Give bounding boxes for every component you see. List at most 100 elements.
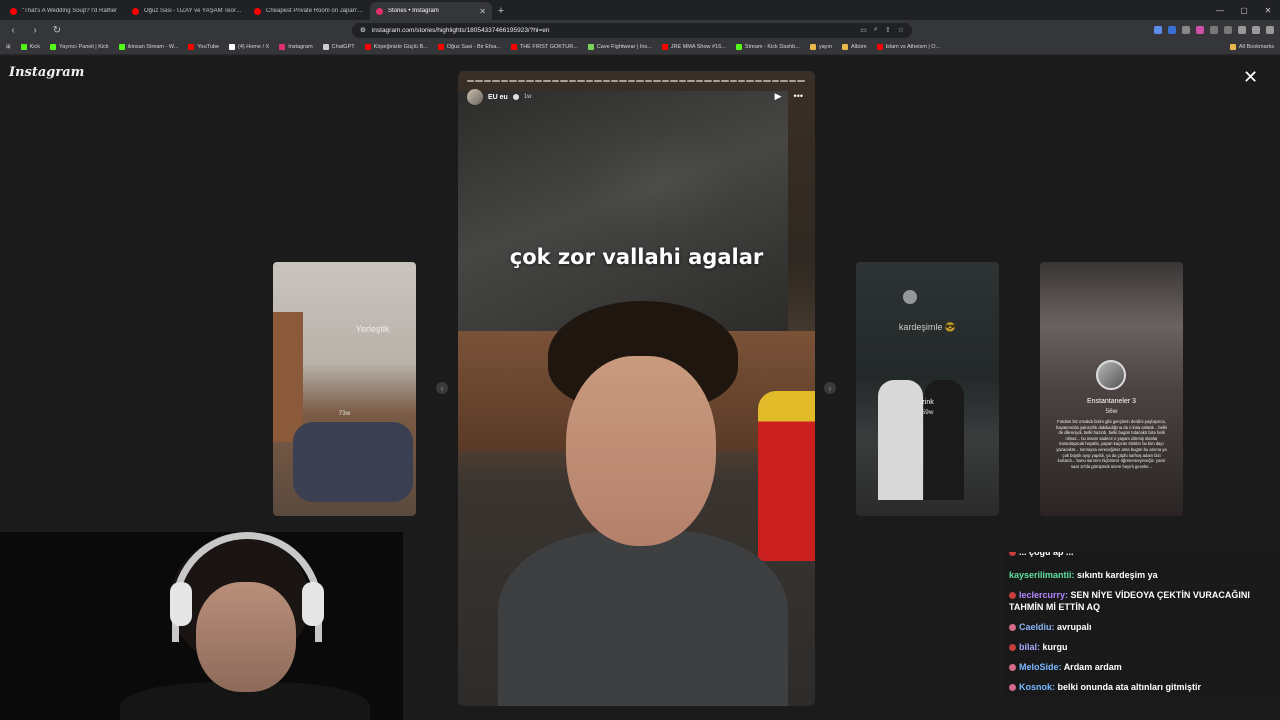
progress-segment <box>636 80 644 82</box>
minimize-button[interactable]: — <box>1208 0 1232 20</box>
active-story[interactable]: EU eu 1w ▶ ••• çok zor vallahi agalar <box>458 71 815 706</box>
chat-message: ... çoğu ap ... <box>1004 552 1280 564</box>
bookmark-item[interactable]: ChatGPT <box>322 44 355 50</box>
bookmark-item[interactable]: ikinsan Stream - W... <box>118 44 179 50</box>
new-tab-button[interactable]: + <box>492 2 510 20</box>
story-caption: çok zor vallahi agalar <box>509 245 764 269</box>
chat-badge-icon <box>1009 592 1016 600</box>
bookmark-item[interactable]: Islam vs Atheism | O... <box>876 44 940 50</box>
bookmark-favicon-icon <box>118 44 125 50</box>
bookmark-item[interactable]: (4) Home / X <box>229 44 269 50</box>
extension-icon[interactable] <box>1154 26 1162 34</box>
bookmark-item[interactable]: JRE MMA Show #16... <box>661 44 726 50</box>
bookmark-item[interactable]: YouTube <box>188 44 219 50</box>
chat-text: Ardam ardam <box>1063 662 1122 672</box>
sidebar-icon[interactable] <box>1252 26 1260 34</box>
back-icon[interactable]: ‹ <box>6 25 20 36</box>
tab[interactable]: Cheapest Private Room on Japan's O <box>248 2 370 20</box>
apps-icon[interactable]: ⊞ <box>6 44 11 50</box>
close-window-button[interactable]: ✕ <box>1256 0 1280 20</box>
close-tab-icon[interactable]: ✕ <box>479 7 486 16</box>
progress-segment <box>763 80 771 82</box>
person-shirt <box>498 531 788 706</box>
folder-icon <box>1229 44 1236 50</box>
zoom-icon[interactable]: ⌕ <box>874 26 878 34</box>
tab-title: Oğuz Sasi - UZAY ve YAŞAM Teorileri <box>144 8 242 14</box>
story-avatar[interactable] <box>467 89 483 105</box>
person-face <box>566 356 716 546</box>
progress-segment <box>509 80 517 82</box>
extension-icon[interactable] <box>1196 26 1204 34</box>
maximize-button[interactable]: ▢ <box>1232 0 1256 20</box>
address-bar[interactable]: ⚙ instagram.com/stories/highlights/18054… <box>352 22 912 38</box>
install-icon[interactable]: ▭ <box>860 26 867 34</box>
forward-icon[interactable]: › <box>28 25 42 36</box>
progress-segment <box>797 80 805 82</box>
progress-segment <box>526 80 534 82</box>
bookmark-item[interactable]: Stream - Kick Dashb... <box>735 44 800 50</box>
share-icon[interactable]: ⇪ <box>885 26 891 34</box>
bookmark-item[interactable]: Yayıncı Paneli | Kick <box>50 44 109 50</box>
previous-story-arrow[interactable]: ‹ <box>436 382 448 394</box>
all-bookmarks-button[interactable]: All Bookmarks <box>1229 44 1274 50</box>
extension-icon[interactable] <box>1224 26 1232 34</box>
chat-username[interactable]: bilal: <box>1019 642 1040 652</box>
chat-username[interactable]: leclercurry: <box>1019 590 1068 600</box>
next-story-preview[interactable]: kardeşimle 😎 zink 59w <box>856 262 999 516</box>
chat-username[interactable]: MeloSide: <box>1019 662 1062 672</box>
menu-icon[interactable] <box>1266 26 1274 34</box>
progress-segment <box>771 80 780 82</box>
instagram-logo[interactable]: Instagram <box>9 65 84 80</box>
sofa-figure <box>293 422 413 502</box>
bookmark-label: Oğuz Sasi - Bir Efsa... <box>446 44 501 50</box>
bookmark-item[interactable]: THE FIRST GOKTUR... <box>510 44 578 50</box>
chat-username[interactable]: kayserilimantii: <box>1009 570 1075 580</box>
bookmark-item[interactable]: yayın <box>809 44 832 50</box>
chat-username[interactable]: Caeldiu: <box>1019 622 1055 632</box>
bookmark-favicon-icon <box>809 44 816 50</box>
bookmark-item[interactable]: Kick <box>20 44 40 50</box>
puzzle-icon[interactable] <box>1238 26 1246 34</box>
chat-badge-icon <box>1009 552 1016 557</box>
more-options-icon[interactable]: ••• <box>794 91 803 102</box>
extension-icon[interactable] <box>1182 26 1190 34</box>
previous-story-preview[interactable]: Yerleştik 73w <box>273 262 416 516</box>
bookmark-item[interactable]: Oğuz Sasi - Bir Efsa... <box>437 44 501 50</box>
bookmark-label: Instagram <box>288 44 313 50</box>
site-info-icon[interactable]: ⚙ <box>360 26 366 34</box>
screen: "That's A Wedding Soup? I'd Rather Oğuz S… <box>0 0 1280 720</box>
chat-username[interactable]: Kosnok: <box>1019 682 1055 692</box>
chat-text: ... çoğu ap ... <box>1019 552 1074 557</box>
progress-segment <box>661 80 670 82</box>
tab[interactable]: "That's A Wedding Soup? I'd Rather <box>4 2 126 20</box>
bookmark-star-icon[interactable]: ☆ <box>898 26 904 34</box>
close-viewer-button[interactable]: ✕ <box>1243 68 1258 86</box>
bookmark-favicon-icon <box>661 44 668 50</box>
stream-chat: ... çoğu ap ... kayserilimantii: sıkıntı… <box>1004 552 1280 720</box>
bookmark-label: THE FIRST GOKTUR... <box>519 44 578 50</box>
tab[interactable]: Oğuz Sasi - UZAY ve YAŞAM Teorileri <box>126 2 248 20</box>
progress-segment <box>568 80 577 82</box>
bookmark-item[interactable]: Cave Fightwear | Ins... <box>587 44 652 50</box>
extension-icon[interactable] <box>1168 26 1176 34</box>
story-name: zink <box>921 399 934 406</box>
next-story-preview[interactable]: Enstantaneler 3 56w Fotoları biz ırmakdı… <box>1040 262 1183 516</box>
bookmark-label: Yayıncı Paneli | Kick <box>59 44 109 50</box>
url-text[interactable]: instagram.com/stories/highlights/1805433… <box>372 27 854 34</box>
bookmark-item[interactable]: Köpeğinizle Güçlü B... <box>364 44 428 50</box>
progress-segment <box>704 80 712 82</box>
bookmark-item[interactable]: Albüm <box>841 44 867 50</box>
bookmark-item[interactable]: Instagram <box>279 44 313 50</box>
play-icon[interactable]: ▶ <box>775 91 782 102</box>
chat-message: Caeldiu: avrupalı <box>1004 618 1280 636</box>
reload-icon[interactable]: ↻ <box>50 25 64 36</box>
bookmark-label: ikinsan Stream - W... <box>127 44 179 50</box>
tab-active[interactable]: Stories • Instagram ✕ <box>370 2 492 20</box>
story-username[interactable]: EU eu <box>488 94 508 101</box>
progress-segment <box>788 80 797 82</box>
bookmark-favicon-icon <box>841 44 848 50</box>
next-story-arrow[interactable]: › <box>824 382 836 394</box>
bookmark-label: YouTube <box>197 44 220 50</box>
window-controls: — ▢ ✕ <box>1208 0 1280 20</box>
extension-icon[interactable] <box>1210 26 1218 34</box>
